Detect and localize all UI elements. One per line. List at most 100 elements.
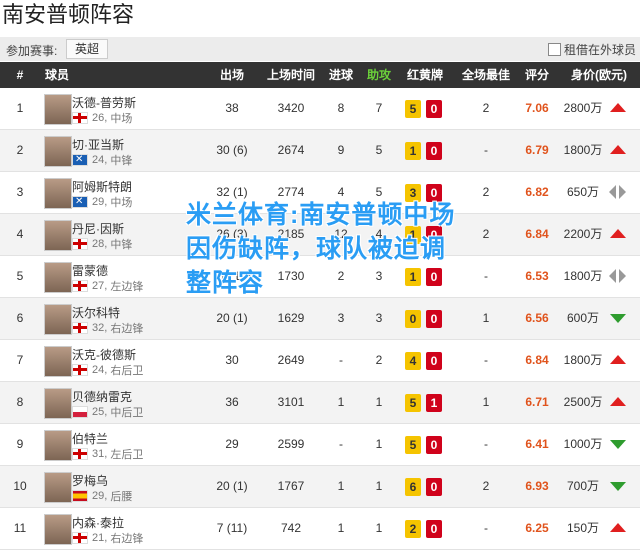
- player-name-link[interactable]: 沃克-彼德斯: [72, 346, 136, 363]
- player-photo[interactable]: [44, 94, 72, 125]
- player-photo[interactable]: [44, 346, 72, 377]
- player-photo[interactable]: [44, 388, 72, 419]
- player-name-link[interactable]: 阿姆斯特朗: [72, 178, 132, 195]
- eng-flag-icon: [72, 322, 88, 334]
- player-name-link[interactable]: 切·亚当斯: [72, 136, 124, 153]
- rating-cell: 6.56: [525, 311, 549, 325]
- yellow-card-count: 5: [405, 100, 421, 118]
- col-assists[interactable]: 助攻: [362, 62, 396, 88]
- player-info: 24, 右后卫: [72, 362, 143, 378]
- red-card-count: 1: [426, 394, 442, 412]
- col-goals[interactable]: 进球: [324, 62, 358, 88]
- player-info: 29, 中场: [72, 194, 132, 210]
- player-name-link[interactable]: 沃尔科特: [72, 304, 120, 321]
- col-cards[interactable]: 红黄牌: [400, 62, 450, 88]
- motm-cell: -: [484, 521, 488, 535]
- player-age: 26: [92, 112, 105, 124]
- player-name-link[interactable]: 丹尼·因斯: [72, 220, 124, 237]
- apps-cell: 20 (1): [216, 311, 248, 325]
- player-age: 29: [92, 490, 105, 502]
- player-age: 31: [92, 448, 105, 460]
- player-info: 25, 中后卫: [72, 404, 143, 420]
- motm-cell: -: [484, 269, 488, 283]
- player-position: 中锋: [110, 239, 133, 251]
- value-cell: 700万: [566, 479, 600, 493]
- yellow-card-count: 6: [405, 478, 421, 496]
- trend-down-icon: [605, 479, 629, 493]
- col-player[interactable]: 球员: [40, 62, 74, 88]
- motm-cell: -: [484, 353, 488, 367]
- loan-checkbox[interactable]: [547, 43, 561, 56]
- player-name-link[interactable]: 雷蒙德: [72, 262, 108, 279]
- col-minutes[interactable]: 上场时间: [262, 62, 320, 88]
- apps-cell: 29: [225, 437, 239, 451]
- motm-cell: 1: [482, 311, 490, 325]
- player-photo[interactable]: [44, 472, 72, 503]
- watermark-overlay: 米兰体育:南安普顿中场因伤缺阵，球队被迫调整阵容: [186, 201, 456, 297]
- yellow-card-count: 4: [405, 352, 421, 370]
- assists-cell: 7: [375, 101, 383, 115]
- goals-cell: 9: [337, 143, 345, 157]
- player-info: 28, 中锋: [72, 236, 132, 252]
- table-row[interactable]: 2 切·亚当斯24, 中锋 30 (6) 2674 9 5 10 - 6.79 1800万: [0, 130, 640, 172]
- player-photo[interactable]: [44, 262, 72, 293]
- player-name-link[interactable]: 贝德纳雷克: [72, 388, 132, 405]
- player-position: 中锋: [110, 155, 133, 167]
- table-row[interactable]: 9 伯特兰 31, 左后卫 29 2599 - 1 5 0 - 6.41 1000万: [0, 424, 640, 466]
- minutes-cell: 2649: [277, 353, 305, 367]
- player-name-link[interactable]: 沃德-普劳斯: [72, 94, 136, 111]
- competition-filter-bar: 参加赛事: 英超 租借在外球员: [0, 37, 640, 61]
- player-photo[interactable]: [44, 220, 72, 251]
- row-number: 2: [16, 143, 24, 157]
- player-age: 29: [92, 196, 105, 208]
- apps-cell: 30 (6): [216, 143, 248, 157]
- value-cell: 1800万: [563, 353, 603, 367]
- rating-cell: 6.84: [525, 227, 549, 241]
- esp-flag-icon: [72, 490, 88, 502]
- player-name-link[interactable]: 内森·泰拉: [72, 514, 124, 531]
- player-name-link[interactable]: 罗梅乌: [72, 472, 108, 489]
- trend-up-icon: [605, 353, 629, 367]
- apps-cell: 20 (1): [216, 479, 248, 493]
- player-photo[interactable]: [44, 304, 72, 335]
- competition-label: 参加赛事:: [6, 44, 58, 58]
- table-row[interactable]: 1 沃德-普劳斯 26, 中场 38 3420 8 7 5 0 2 7.06 2800万: [0, 88, 640, 130]
- minutes-cell: 1767: [277, 479, 305, 493]
- trend-same-icon: [605, 185, 629, 199]
- player-info: 31, 左后卫: [72, 446, 143, 462]
- player-age: 24: [92, 364, 105, 376]
- table-row[interactable]: 6 沃尔科特 32, 右边锋 20 (1) 1629 3 3 0 0 1 6.56 600万: [0, 298, 640, 340]
- rating-cell: 6.25: [525, 521, 549, 535]
- trend-up-icon: [605, 521, 629, 535]
- motm-cell: 2: [482, 479, 490, 493]
- yellow-card-count: 0: [405, 310, 421, 328]
- minutes-cell: 2599: [277, 437, 305, 451]
- col-value[interactable]: 身价(欧元): [562, 62, 636, 88]
- competition-tab-premier-league[interactable]: 英超: [66, 39, 109, 59]
- col-rating[interactable]: 评分: [520, 62, 554, 88]
- red-card-count: 0: [426, 478, 442, 496]
- sco-flag-icon: [72, 154, 88, 166]
- col-apps[interactable]: 出场: [212, 62, 252, 88]
- player-photo[interactable]: [44, 514, 72, 545]
- player-photo[interactable]: [44, 178, 72, 209]
- yellow-card-count: 5: [405, 436, 421, 454]
- assists-cell: 1: [375, 437, 383, 451]
- table-row[interactable]: 8 贝德纳雷克 25, 中后卫 36 3101 1 1 5 1 1 6.71 2500万: [0, 382, 640, 424]
- player-photo[interactable]: [44, 430, 72, 461]
- loan-players-toggle[interactable]: 租借在外球员: [547, 41, 636, 58]
- player-name-link[interactable]: 伯特兰: [72, 430, 108, 447]
- col-motm[interactable]: 全场最佳: [456, 62, 516, 88]
- player-position: 左边锋: [110, 281, 144, 293]
- rating-cell: 6.84: [525, 353, 549, 367]
- rating-cell: 6.53: [525, 269, 549, 283]
- minutes-cell: 2674: [277, 143, 305, 157]
- yellow-card-count: 2: [405, 520, 421, 538]
- red-card-count: 0: [426, 352, 442, 370]
- player-photo[interactable]: [44, 136, 72, 167]
- row-number: 5: [16, 269, 24, 283]
- table-row[interactable]: 7 沃克-彼德斯 24, 右后卫 30 2649-2 4 0-6.84 1800万: [0, 340, 640, 382]
- loan-label: 租借在外球员: [563, 43, 636, 57]
- table-row[interactable]: 10 罗梅乌 29, 后腰 20 (1) 1767 1 1 6 0 2 6.93 700万: [0, 466, 640, 508]
- value-cell: 2500万: [563, 395, 603, 409]
